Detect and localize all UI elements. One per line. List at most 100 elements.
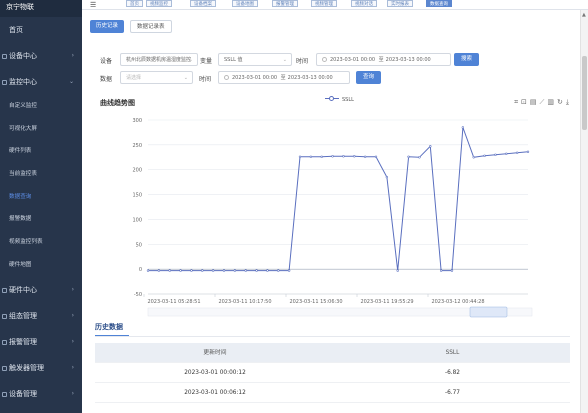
x-tick-label: 2023-03-11 10:17:50: [218, 299, 271, 305]
sidebar-item[interactable]: 设备管理 ›: [0, 381, 82, 407]
scrollbar-thumb[interactable]: [582, 56, 587, 130]
data-point: [526, 150, 530, 154]
data-point: [396, 269, 399, 272]
tab-item[interactable]: 视频对话: [351, 0, 377, 7]
cell-time: 2023-03-01 00:00:12: [184, 370, 246, 376]
sidebar-item-label: 硬件地图: [9, 261, 32, 268]
data-point: [255, 269, 258, 272]
chevron-icon: ›: [71, 389, 74, 397]
chevron-icon: ›: [71, 311, 74, 319]
table-row[interactable]: 2023-03-01 00:06:12 -6.77: [95, 383, 570, 403]
sidebar-subitem[interactable]: 自定义监控: [0, 95, 82, 118]
table-header: 更新时间 SSLL: [95, 343, 570, 363]
data-point: [515, 151, 519, 155]
sidebar-subitem[interactable]: 硬件地图: [0, 254, 82, 277]
tab-item[interactable]: 数据查询: [426, 0, 452, 7]
chevron-icon: ›: [71, 285, 74, 293]
chevron-icon: ⌄: [68, 78, 74, 85]
sidebar-item[interactable]: 首页: [0, 17, 82, 43]
bar-chart-icon[interactable]: ▥: [547, 98, 557, 106]
tab-item[interactable]: 首页: [126, 0, 143, 7]
data-point: [429, 145, 432, 148]
sidebar-item[interactable]: 报警管理 ›: [0, 329, 82, 355]
variable-select-value: SSLL 值: [224, 57, 243, 63]
clock-icon: [224, 75, 229, 80]
query-button[interactable]: 查询: [356, 71, 382, 84]
data-point: [266, 269, 269, 272]
sidebar-item-label: 首页: [9, 26, 23, 34]
sidebar-item-label: 硬件列表: [9, 148, 32, 155]
restore-icon[interactable]: ↻: [557, 98, 566, 106]
tab-item[interactable]: 设备档案: [190, 0, 216, 7]
tab-item[interactable]: 报警管理: [272, 0, 298, 7]
sidebar-subitem[interactable]: 数据查询: [0, 186, 82, 209]
data-select-placeholder: 请选择: [126, 75, 142, 81]
data-point: [298, 155, 302, 158]
sidebar-subitem[interactable]: 硬件列表: [0, 140, 82, 163]
data-point: [342, 155, 345, 158]
data-record-button[interactable]: 数据记录表: [130, 20, 172, 33]
table-row[interactable]: 2023-03-01 00:00:12 -6.82: [95, 363, 570, 383]
history-title: 历史数据: [95, 323, 123, 331]
tab-item[interactable]: 视频管理: [311, 0, 337, 7]
x-tick-label: 2023-03-11 19:55:29: [360, 299, 413, 305]
chevron-icon: ›: [71, 337, 74, 345]
time2-range-picker[interactable]: 2023-03-01 00:00 至 2023-03-13 00:00: [218, 71, 350, 84]
cell-value: -6.82: [445, 370, 460, 376]
sidebar-item-label: 设备管理: [9, 389, 37, 398]
data-point: [363, 155, 367, 158]
search-button[interactable]: 搜索: [454, 53, 480, 66]
restore-crop-icon[interactable]: ⊡: [521, 98, 530, 106]
data-point: [450, 269, 454, 272]
crop-icon[interactable]: ⌗: [514, 98, 521, 106]
data-point: [483, 154, 486, 157]
sidebar-item-label: 可视化大屏: [9, 125, 37, 132]
tab-item[interactable]: 视频监控: [146, 0, 172, 7]
device-label: 设备: [100, 58, 113, 65]
sidebar-item[interactable]: 监控中心 ⌄: [0, 69, 82, 95]
tab-item[interactable]: 实时报表: [387, 0, 413, 7]
menu-toggle-icon[interactable]: ☰: [90, 1, 96, 9]
tab-item[interactable]: 设备地图: [232, 0, 258, 7]
history-record-button[interactable]: 历史记录: [90, 20, 125, 33]
time2-separator: 至: [280, 75, 286, 81]
data-point: [353, 155, 356, 158]
data-select[interactable]: 请选择 ⌄: [120, 71, 193, 84]
data-point: [374, 155, 378, 158]
sidebar-item[interactable]: 运维管理›: [0, 407, 82, 413]
history-table: 更新时间 SSLL 2023-03-01 00:00:12 -6.82 2023-0…: [95, 343, 570, 403]
vertical-scrollbar[interactable]: ▲: [580, 10, 588, 413]
data-point: [320, 155, 323, 158]
chevron-down-icon: ⌄: [188, 57, 193, 63]
data-view-icon[interactable]: ▤: [530, 98, 540, 106]
sidebar-subitem[interactable]: 当前监控表: [0, 163, 82, 186]
sidebar-subitem[interactable]: 视频监控列表: [0, 231, 82, 254]
y-tick-label: 150: [132, 193, 142, 199]
y-tick-label: 200: [132, 168, 142, 174]
chart-legend[interactable]: SSLL: [325, 96, 354, 103]
sidebar-subitem[interactable]: 可视化大屏: [0, 118, 82, 141]
time-separator: 至: [378, 57, 384, 63]
menu-icon: [2, 391, 7, 397]
data-point: [190, 269, 193, 272]
sidebar-item-label: 监控中心: [9, 78, 37, 86]
sidebar: 京宁物联 首页 设备中心 › 监控中心 ⌄ 自定义监控 可视化大屏 硬件列表 当前监控表 数据查询…: [0, 0, 82, 413]
chevron-icon: ›: [71, 363, 74, 371]
sidebar-item[interactable]: 组态管理 ›: [0, 303, 82, 329]
device-select[interactable]: 杭州北辰数据机房温湿度监控 ⌄: [120, 53, 198, 66]
scroll-up-icon[interactable]: ▲: [582, 12, 586, 18]
variable-select[interactable]: SSLL 值 ⌄: [218, 53, 292, 66]
sidebar-item[interactable]: 触发器管理 ›: [0, 355, 82, 381]
cell-value: -6.77: [445, 390, 460, 396]
sidebar-item[interactable]: 设备中心 ›: [0, 43, 82, 69]
menu-icon: [2, 80, 7, 85]
legend-label: SSLL: [342, 97, 354, 103]
sidebar-subitem[interactable]: 报警数据: [0, 208, 82, 231]
sidebar-item-label: 自定义监控: [9, 103, 37, 109]
download-icon[interactable]: ⤓: [566, 98, 572, 106]
x-tick-label: 2023-03-12 00:44:28: [431, 299, 484, 305]
sidebar-item-label: 报警数据: [9, 216, 32, 223]
sidebar-item[interactable]: 硬件中心 ›: [0, 277, 82, 303]
data-point: [461, 126, 465, 129]
time-range-picker[interactable]: 2023-03-01 00:00 至 2023-03-13 00:00: [316, 53, 451, 66]
